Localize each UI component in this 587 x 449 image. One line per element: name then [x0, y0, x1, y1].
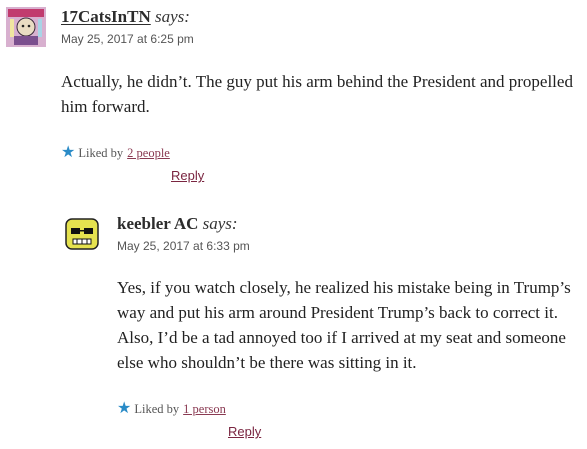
comment-date-link[interactable]: May 25, 2017 at 6:25 pm — [61, 32, 194, 46]
liked-by-label: Liked by — [134, 401, 180, 416]
reply-button[interactable]: Reply — [171, 168, 204, 183]
star-icon: ★ — [61, 144, 76, 161]
avatar-17catsintn[interactable] — [6, 7, 46, 47]
comment-text: Yes, if you watch closely, he realized h… — [117, 278, 571, 372]
comment-body: Actually, he didn’t. The guy put his arm… — [61, 69, 581, 119]
comment-text: Actually, he didn’t. The guy put his arm… — [61, 72, 573, 116]
comment-author-name: keebler AC — [117, 214, 199, 233]
avatar-keebler-ac[interactable] — [62, 214, 102, 254]
comment-date-link[interactable]: May 25, 2017 at 6:33 pm — [117, 239, 250, 253]
likes-line: ★ Liked by 1 person — [117, 401, 226, 417]
likes-line: ★ Liked by 2 people — [61, 145, 170, 161]
comment-author-link[interactable]: 17CatsInTN — [61, 7, 151, 26]
liked-by-people-link[interactable]: 2 people — [127, 146, 170, 161]
liked-by-people-link[interactable]: 1 person — [183, 402, 226, 417]
comment-body: Yes, if you watch closely, he realized h… — [117, 275, 575, 375]
liked-by-label: Liked by — [78, 145, 124, 160]
reply-button[interactable]: Reply — [228, 424, 261, 439]
star-icon: ★ — [117, 400, 132, 417]
says-label: says: — [202, 214, 238, 233]
says-label: says: — [155, 7, 190, 26]
